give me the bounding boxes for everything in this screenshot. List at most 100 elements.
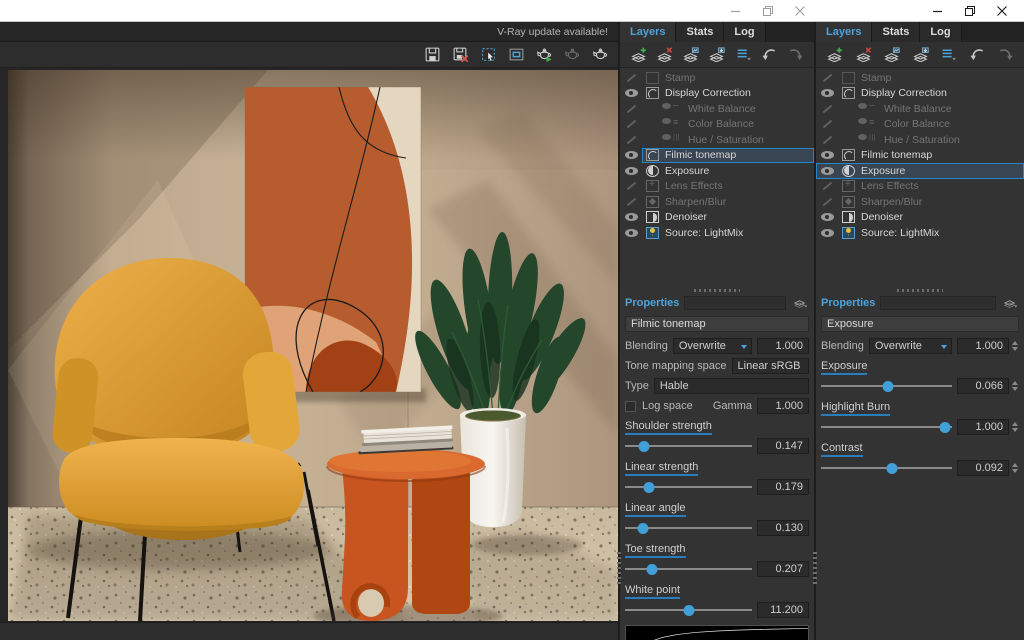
visibility-toggle[interactable] [816,136,838,144]
layer-row[interactable]: Denoiser [620,210,814,226]
render-last-icon[interactable] [535,45,554,64]
layer-row[interactable]: White Balance [816,101,1024,117]
tone-mapping-select[interactable]: Linear sRGB [732,358,809,374]
blending-amount-field[interactable]: 1.000 [757,338,809,354]
slider-label[interactable]: Linear angle [625,502,686,517]
spinner[interactable] [1010,338,1019,354]
slider-label[interactable]: White point [625,584,680,599]
panel-splitter-handle-2[interactable] [814,22,816,640]
tab[interactable]: Log [920,22,961,42]
render-secondary-icon[interactable] [563,45,582,64]
minimize-button[interactable] [922,0,954,22]
layer-row[interactable]: Display Correction [620,86,814,102]
load-layer-tree-icon[interactable] [880,46,903,63]
visibility-toggle[interactable] [816,89,838,97]
add-layer-icon[interactable] [823,46,846,63]
blending-select[interactable]: Overwrite [673,338,752,354]
slider-handle[interactable] [882,381,893,392]
visibility-toggle[interactable] [620,198,642,206]
slider-handle[interactable] [644,482,655,493]
tab[interactable]: Stats [676,22,724,42]
layer-name-field[interactable]: Exposure [821,316,1019,332]
tab[interactable]: Log [724,22,765,42]
visibility-toggle[interactable] [620,151,642,159]
layer-row[interactable]: Hue / Saturation [620,132,814,148]
slider-label[interactable]: Contrast [821,442,863,457]
layer-row[interactable]: Sharpen/Blur [816,194,1024,210]
minimize-button-inactive[interactable] [720,0,752,22]
close-button-inactive[interactable] [784,0,816,22]
slider-value-field[interactable]: 0.092 [957,460,1009,476]
slider-track[interactable] [625,437,752,455]
blending-select[interactable]: Overwrite [869,338,952,354]
slider-value-field[interactable]: 1.000 [957,419,1009,435]
layer-row[interactable]: Lens Effects [620,179,814,195]
layer-row[interactable]: Filmic tonemap [816,148,1024,164]
layer-row[interactable]: Sharpen/Blur [620,194,814,210]
delete-layer-icon[interactable] [653,46,676,63]
slider-label[interactable]: Linear strength [625,461,698,476]
layer-row[interactable]: Color Balance [816,117,1024,133]
slider-label[interactable]: Shoulder strength [625,420,712,435]
clear-image-icon[interactable] [451,45,470,64]
layer-options-icon[interactable] [937,46,960,63]
slider-value-field[interactable]: 11.200 [757,602,809,618]
slider-track[interactable] [821,459,952,477]
properties-splitter-handle[interactable] [620,286,814,294]
slider-handle[interactable] [683,605,694,616]
visibility-toggle[interactable] [620,89,642,97]
region-render-icon[interactable] [507,45,526,64]
restore-button-inactive[interactable] [752,0,784,22]
slider-handle[interactable] [940,422,951,433]
render-icon[interactable] [591,45,610,64]
visibility-toggle[interactable] [620,213,642,221]
redo-icon[interactable] [994,46,1017,63]
layer-row[interactable]: Hue / Saturation [816,132,1024,148]
gamma-field[interactable]: 1.000 [757,398,809,414]
layer-row[interactable]: Color Balance [620,117,814,133]
add-layer-icon[interactable] [627,46,650,63]
visibility-toggle[interactable] [620,74,642,82]
slider-handle[interactable] [639,441,650,452]
track-mouse-region-icon[interactable] [479,45,498,64]
layer-row[interactable]: Exposure [620,163,814,179]
layer-row[interactable]: Stamp [620,70,814,86]
visibility-toggle[interactable] [816,74,838,82]
visibility-toggle[interactable] [620,167,642,175]
visibility-toggle[interactable] [816,198,838,206]
layer-name-field[interactable]: Filmic tonemap [625,316,809,332]
layer-row[interactable]: Display Correction [816,86,1024,102]
layer-options-icon[interactable] [732,46,755,63]
update-banner[interactable]: V-Ray update available! [0,22,618,42]
layer-row[interactable]: Denoiser [816,210,1024,226]
save-layer-tree-icon[interactable] [909,46,932,63]
slider-track[interactable] [625,478,752,496]
panel-splitter-handle[interactable] [618,22,620,640]
visibility-toggle[interactable] [816,213,838,221]
visibility-toggle[interactable] [816,120,838,128]
visibility-toggle[interactable] [816,167,838,175]
save-image-icon[interactable] [423,45,442,64]
slider-track[interactable] [625,601,752,619]
layer-row[interactable]: Source: LightMix [620,225,814,241]
layer-row[interactable]: Source: LightMix [816,225,1024,241]
visibility-toggle[interactable] [816,151,838,159]
layer-presets-icon[interactable] [1001,296,1019,310]
type-select[interactable]: Hable [654,378,809,394]
spinner[interactable] [1010,378,1019,394]
blending-amount-field[interactable]: 1.000 [957,338,1009,354]
slider-track[interactable] [821,377,952,395]
slider-track[interactable] [821,418,952,436]
restore-button[interactable] [954,0,986,22]
layer-row[interactable]: Stamp [816,70,1024,86]
slider-handle[interactable] [886,463,897,474]
properties-splitter-handle[interactable] [816,286,1024,294]
spinner[interactable] [1010,460,1019,476]
close-button[interactable] [986,0,1018,22]
slider-handle[interactable] [646,564,657,575]
slider-value-field[interactable]: 0.179 [757,479,809,495]
visibility-toggle[interactable] [620,105,642,113]
slider-value-field[interactable]: 0.207 [757,561,809,577]
layer-presets-icon[interactable] [791,296,809,310]
slider-value-field[interactable]: 0.066 [957,378,1009,394]
